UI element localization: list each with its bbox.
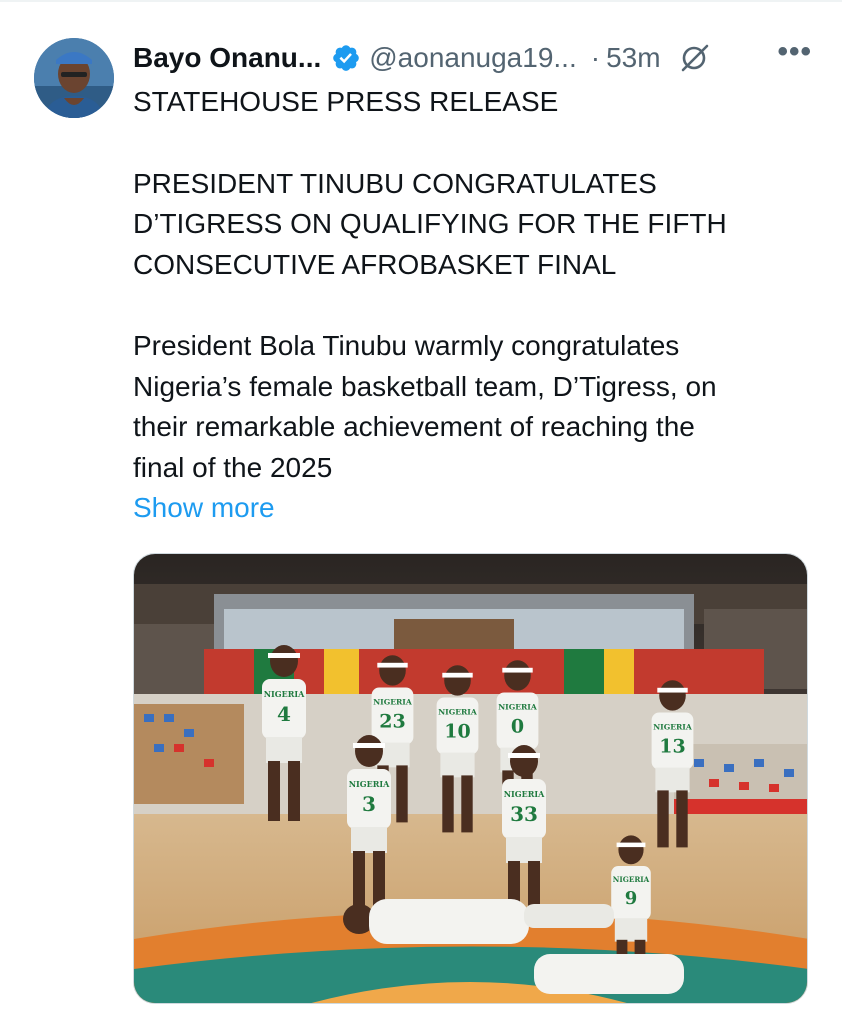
jersey-text: NIGERIA bbox=[373, 698, 412, 707]
display-name[interactable]: Bayo Onanu... bbox=[133, 38, 321, 78]
top-divider bbox=[0, 0, 842, 2]
jersey-text: NIGERIA bbox=[613, 875, 650, 884]
grok-icon[interactable] bbox=[677, 41, 711, 75]
headline-line: CONSECUTIVE AFROBASKET FINAL bbox=[133, 248, 617, 280]
body-line: their remarkable achievement of reaching… bbox=[133, 411, 695, 442]
timestamp[interactable]: 53m bbox=[606, 38, 660, 78]
jersey-number: 9 bbox=[625, 888, 638, 909]
jersey-number: 13 bbox=[659, 735, 685, 757]
verified-badge-icon bbox=[333, 45, 360, 71]
separator-dot: · bbox=[590, 42, 601, 73]
jersey-text: NIGERIA bbox=[498, 703, 537, 712]
jersey-number: 3 bbox=[362, 792, 376, 816]
jersey-text: NIGERIA bbox=[438, 708, 477, 717]
avatar[interactable] bbox=[34, 38, 114, 118]
team-photo: NIGERIA 4 NIGERIA 23 NIGERIA 10 NIGERIA 0 NIGERI… bbox=[134, 554, 807, 1003]
jersey-text: NIGERIA bbox=[504, 789, 545, 799]
jersey-number: 23 bbox=[379, 710, 405, 732]
jersey-text: NIGERIA bbox=[349, 779, 390, 789]
more-icon[interactable]: ••• bbox=[777, 37, 812, 79]
avatar-image bbox=[34, 38, 114, 118]
jersey-text: NIGERIA bbox=[264, 689, 305, 699]
body-line: President Bola Tinubu warmly congratulat… bbox=[133, 330, 680, 361]
jersey-number: 10 bbox=[444, 720, 470, 742]
body-line: final of the 2025 bbox=[133, 451, 333, 483]
headline-line: D’TIGRESS ON QUALIFYING FOR THE FIFTH bbox=[133, 208, 727, 239]
tweet-text: STATEHOUSE PRESS RELEASE PRESIDENT TINUB… bbox=[133, 82, 813, 529]
show-more-link[interactable]: Show more bbox=[133, 488, 275, 529]
body-line: Nigeria’s female basketball team, D’Tigr… bbox=[133, 370, 717, 402]
jersey-text: NIGERIA bbox=[653, 723, 692, 732]
jersey-number: 33 bbox=[510, 802, 538, 826]
user-handle[interactable]: @aonanuga19... bbox=[369, 38, 576, 78]
jersey-number: 0 bbox=[511, 715, 524, 737]
headline-line: PRESIDENT TINUBU CONGRATULATES bbox=[133, 167, 657, 199]
jersey-number: 4 bbox=[277, 702, 291, 726]
tweet-photo[interactable]: NIGERIA 4 NIGERIA 23 NIGERIA 10 NIGERIA 0 NIGERI… bbox=[133, 553, 808, 1004]
press-release-title: STATEHOUSE PRESS RELEASE bbox=[133, 86, 559, 117]
tweet-header: Bayo Onanu... @aonanuga19... · 53m ••• bbox=[133, 37, 812, 79]
